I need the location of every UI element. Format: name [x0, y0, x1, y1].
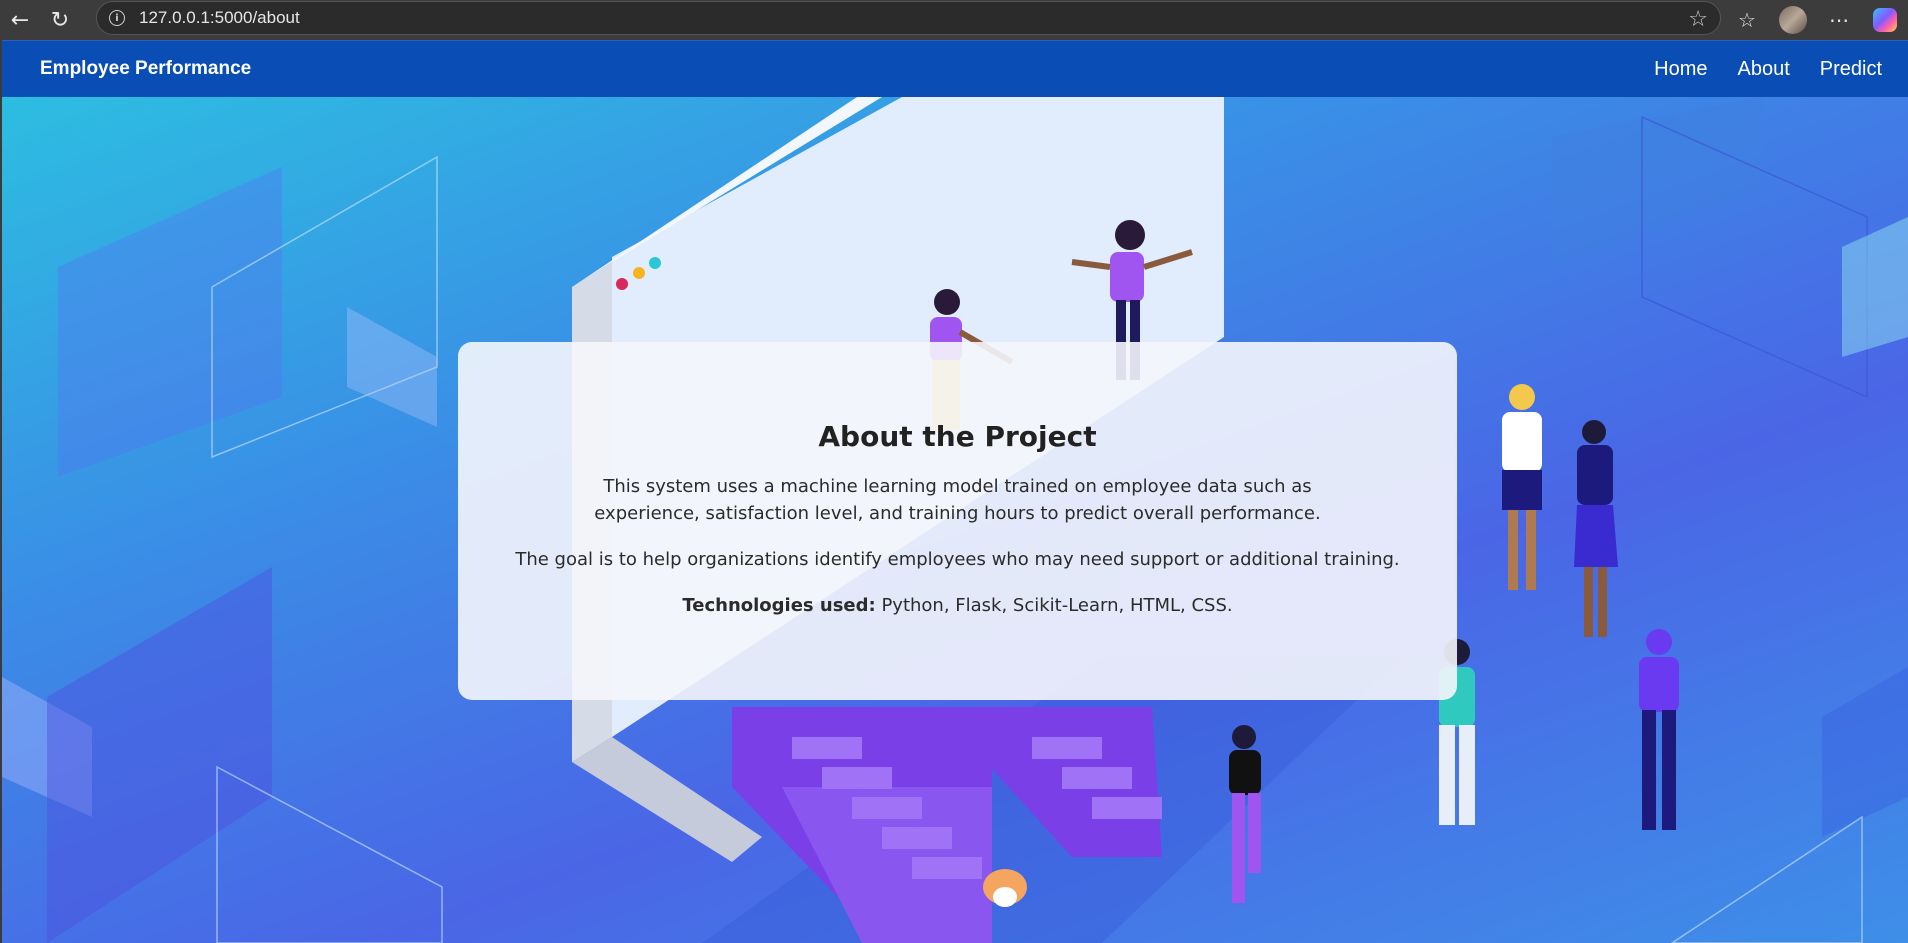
- technologies-label: Technologies used:: [682, 595, 876, 616]
- nav-home-link[interactable]: Home: [1654, 58, 1707, 81]
- info-icon[interactable]: i: [109, 10, 125, 26]
- address-bar[interactable]: i 127.0.0.1:5000/about ☆: [96, 1, 1721, 35]
- technologies-value: Python, Flask, Scikit-Learn, HTML, CSS.: [875, 595, 1233, 616]
- more-icon[interactable]: ⋯: [1816, 0, 1862, 40]
- favorites-icon[interactable]: ☆: [1724, 0, 1770, 40]
- star-icon[interactable]: ☆: [1688, 7, 1708, 32]
- nav-about-link[interactable]: About: [1737, 58, 1789, 81]
- nav-predict-link[interactable]: Predict: [1820, 58, 1882, 81]
- navbar: Employee Performance Home About Predict: [2, 40, 1908, 97]
- description-paragraph: This system uses a machine learning mode…: [594, 476, 1321, 524]
- avatar: [1779, 6, 1807, 34]
- about-card: About the Project This system uses a mac…: [458, 342, 1457, 700]
- browser-toolbar: ← ↻ i 127.0.0.1:5000/about ☆ ☆ ⋯: [0, 0, 1908, 40]
- copilot-logo: [1873, 8, 1897, 32]
- nav-links: Home About Predict: [1654, 58, 1882, 81]
- profile-avatar[interactable]: [1770, 0, 1816, 40]
- technologies-paragraph: Technologies used: Python, Flask, Scikit…: [682, 592, 1232, 619]
- refresh-icon[interactable]: ↻: [40, 0, 80, 40]
- back-arrow-icon[interactable]: ←: [0, 0, 40, 40]
- goal-paragraph: The goal is to help organizations identi…: [515, 549, 1400, 570]
- copilot-icon[interactable]: [1862, 0, 1908, 40]
- brand-title[interactable]: Employee Performance: [40, 58, 251, 80]
- page-title: About the Project: [818, 420, 1097, 453]
- url-text[interactable]: 127.0.0.1:5000/about: [139, 8, 300, 28]
- page: Employee Performance Home About Predict: [2, 40, 1908, 943]
